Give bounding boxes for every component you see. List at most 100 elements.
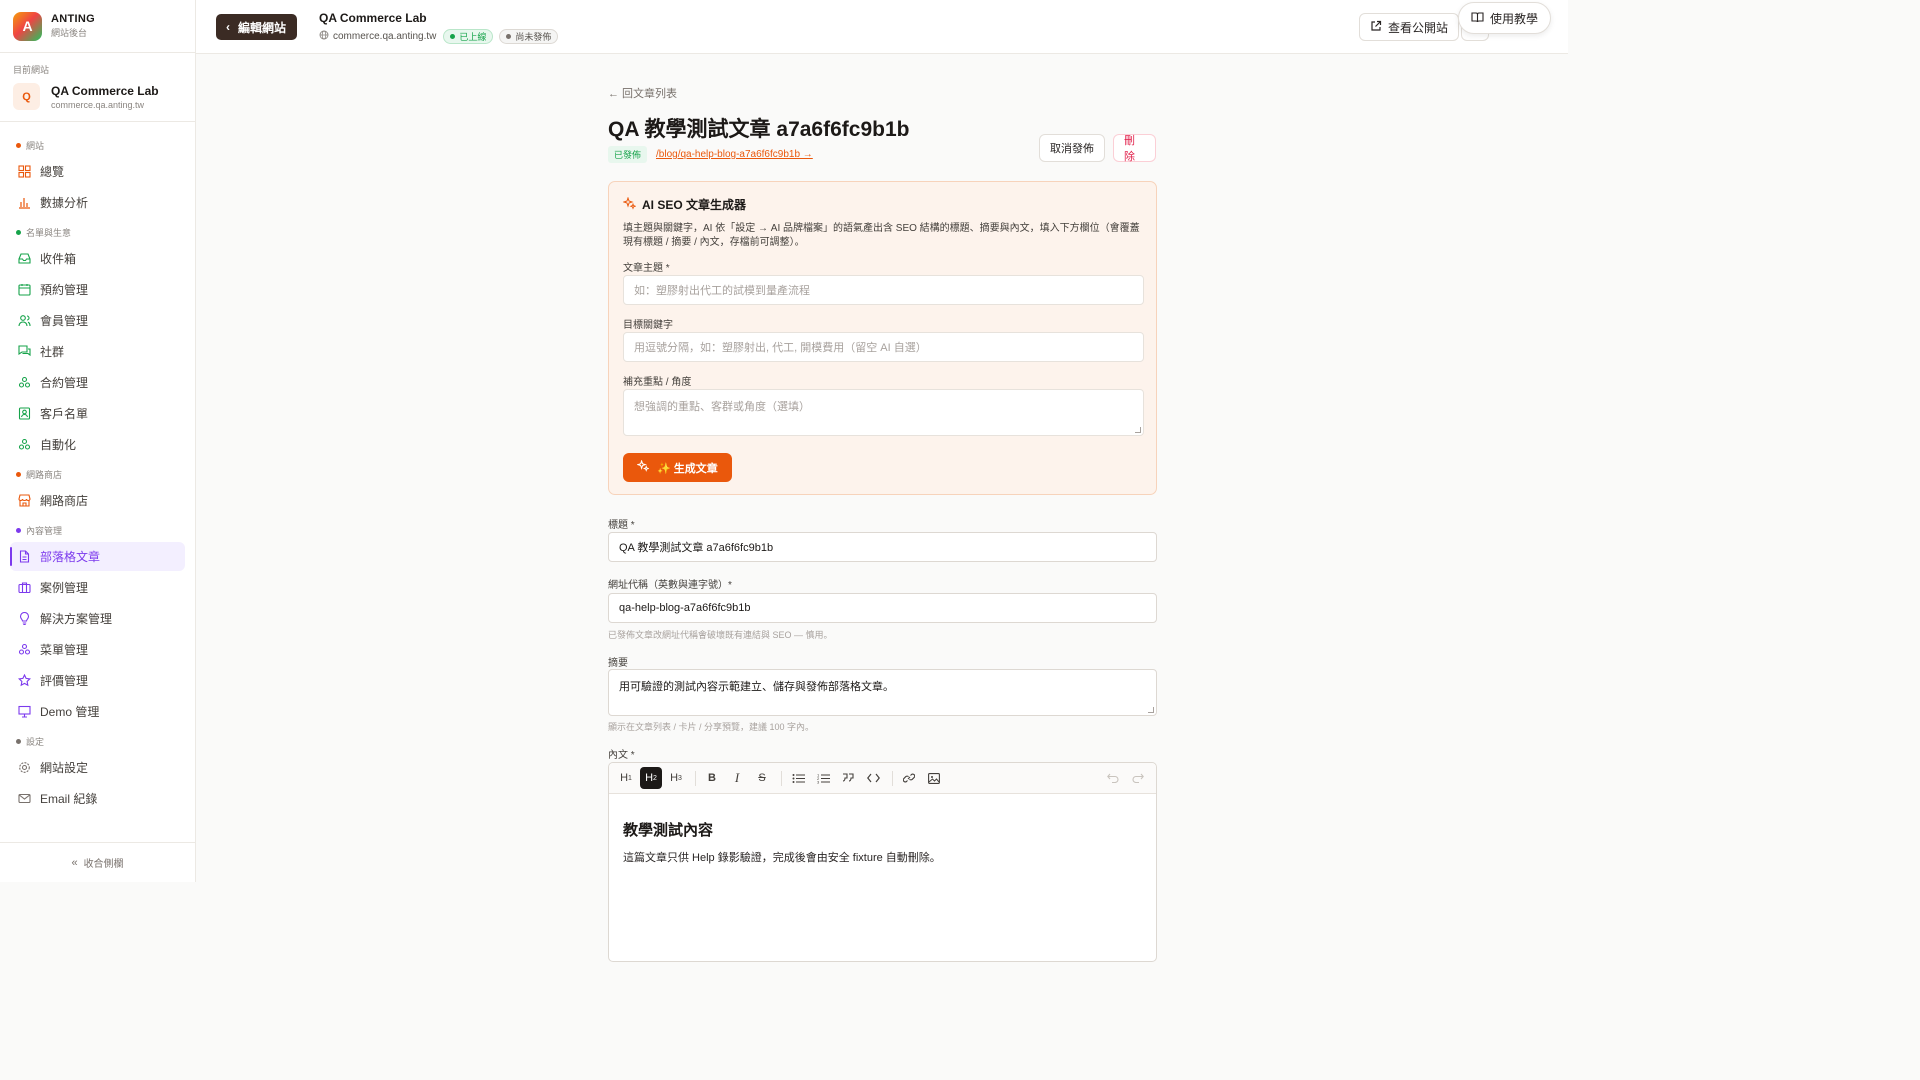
heading3-button[interactable]: H3 — [665, 767, 687, 789]
title-input[interactable]: QA 教學測試文章 a7a6f6fc9b1b — [608, 532, 1157, 562]
brand[interactable]: A ANTING 網站後台 — [0, 0, 195, 53]
view-public-site-button[interactable]: 查看公開站 — [1359, 13, 1460, 41]
summary-hint: 顯示在文章列表 / 卡片 / 分享預覽，建議 100 字內。 — [608, 722, 815, 732]
sidebar-item-label: 部落格文章 — [40, 550, 101, 564]
ordered-list-button[interactable]: 123 — [812, 767, 834, 789]
sidebar-item[interactable]: 預約管理 — [10, 275, 185, 304]
sidebar-item[interactable]: 合約管理 — [10, 368, 185, 397]
presentation-icon — [18, 705, 31, 718]
editor-toolbar: H1 H2 H3 B I S 123 — [609, 763, 1156, 794]
angle-textarea[interactable]: 想強調的重點、客群或角度（選填） — [623, 389, 1144, 436]
sidebar-item[interactable]: 案例管理 — [10, 573, 185, 602]
bullet-list-button[interactable] — [787, 767, 809, 789]
resize-handle[interactable] — [1135, 427, 1141, 433]
ai-card-title: AI SEO 文章生成器 — [642, 198, 747, 212]
link-button[interactable] — [898, 767, 920, 789]
gear-icon — [18, 761, 31, 774]
resize-handle[interactable] — [1148, 707, 1154, 713]
code-button[interactable] — [862, 767, 884, 789]
slug-hint: 已發佈文章改網址代稱會破壞既有連結與 SEO — 慎用。 — [608, 630, 833, 640]
chat-icon — [18, 345, 31, 358]
heading2-button[interactable]: H2 — [640, 767, 662, 789]
brand-sub: 網站後台 — [51, 28, 88, 38]
sidebar-item[interactable]: Email 紀錄 — [10, 784, 185, 813]
keywords-label: 目標關鍵字 — [623, 320, 673, 331]
sidebar-item-label: 合約管理 — [40, 376, 89, 390]
generate-article-button[interactable]: ✨ 生成文章 — [623, 453, 732, 482]
sidebar-item[interactable]: 社群 — [10, 337, 185, 366]
bar-chart-icon — [18, 196, 31, 209]
sidebar-item-label: 收件箱 — [40, 252, 77, 266]
sidebar-item[interactable]: 網路商店 — [10, 486, 185, 515]
nav-group-label: 內容管理 — [0, 519, 195, 541]
summary-label: 摘要 — [608, 658, 628, 669]
summary-textarea[interactable]: 用可驗證的測試內容示範建立、儲存與發佈部落格文章。 — [608, 669, 1157, 716]
keywords-input[interactable]: 用逗號分隔，如：塑膠射出, 代工, 開模費用（留空 AI 自選） — [623, 332, 1144, 362]
collapse-label: 收合側欄 — [83, 859, 124, 870]
collapse-sidebar-button[interactable]: « 收合側欄 — [0, 842, 195, 882]
unpublish-button[interactable]: 取消發佈 — [1039, 134, 1105, 162]
sidebar-item[interactable]: 會員管理 — [10, 306, 185, 335]
sidebar-item[interactable]: 總覽 — [10, 157, 185, 186]
sidebar-item[interactable]: 部落格文章 — [10, 542, 185, 571]
sidebar-item-label: 數據分析 — [40, 196, 89, 210]
sidebar-item[interactable]: 自動化 — [10, 430, 185, 459]
heading1-button[interactable]: H1 — [615, 767, 637, 789]
site-switcher[interactable]: Q QA Commerce Lab commerce.qa.anting.tw — [13, 83, 182, 110]
help-tutorial-button[interactable]: 使用教學 — [1458, 2, 1552, 34]
sidebar-item[interactable]: 評價管理 — [10, 666, 185, 695]
book-icon — [1471, 11, 1484, 26]
italic-button[interactable]: I — [726, 767, 748, 789]
site-domain: commerce.qa.anting.tw — [51, 99, 145, 110]
image-button[interactable] — [923, 767, 945, 789]
undo-button[interactable] — [1102, 767, 1124, 789]
site-avatar: Q — [13, 83, 40, 110]
sparkle-icon — [622, 195, 637, 213]
chevron-left-icon: ‹ — [226, 20, 230, 34]
sidebar-item-label: 菜單管理 — [40, 643, 89, 657]
brand-logo: A — [13, 11, 42, 41]
sidebar-item[interactable]: 客戶名單 — [10, 399, 185, 428]
sidebar-item-label: 解決方案管理 — [40, 612, 113, 626]
calendar-icon — [18, 283, 31, 296]
article-url-link[interactable]: /blog/qa-help-blog-a7a6f6fc9b1b → — [656, 149, 813, 160]
sidebar-item[interactable]: Demo 管理 — [10, 697, 185, 726]
published-badge: 已發佈 — [608, 146, 648, 163]
quote-button[interactable] — [837, 767, 859, 789]
inbox-icon — [18, 252, 31, 265]
contract-icon — [18, 376, 31, 389]
edit-site-back-button[interactable]: ‹ 編輯網站 — [216, 14, 298, 40]
header-domain: commerce.qa.anting.tw — [333, 31, 437, 42]
sidebar-item[interactable]: 數據分析 — [10, 188, 185, 217]
topic-input[interactable]: 如：塑膠射出代工的試模到量產流程 — [623, 275, 1144, 305]
redo-button[interactable] — [1127, 767, 1149, 789]
grid-icon — [18, 165, 31, 178]
strikethrough-button[interactable]: S — [751, 767, 773, 789]
editor-heading[interactable]: 教學測試內容 — [623, 819, 713, 840]
sidebar-item[interactable]: 解決方案管理 — [10, 604, 185, 633]
sidebar-item-label: 會員管理 — [40, 314, 89, 328]
ai-seo-generator-card: AI SEO 文章生成器 填主題與關鍵字，AI 依「設定 → AI 品牌檔案」的… — [608, 181, 1157, 495]
briefcase-icon — [18, 581, 31, 594]
sidebar-item-label: 網路商店 — [40, 494, 89, 508]
svg-text:3: 3 — [817, 779, 820, 784]
sidebar-item[interactable]: 菜單管理 — [10, 635, 185, 664]
status-badge-live: 已上線 — [443, 29, 494, 44]
menu-icon — [18, 643, 31, 656]
title-label: 標題 * — [608, 520, 635, 531]
delete-button[interactable]: 刪除 — [1113, 134, 1156, 163]
slug-input[interactable]: qa-help-blog-a7a6f6fc9b1b — [608, 593, 1157, 623]
automation-icon — [18, 438, 31, 451]
topic-label: 文章主題 * — [623, 263, 670, 274]
sidebar-item[interactable]: 網站設定 — [10, 753, 185, 782]
brand-name: ANTING — [51, 13, 95, 25]
sidebar-item-label: 客戶名單 — [40, 407, 89, 421]
nav-group-label: 網站 — [0, 134, 195, 156]
sidebar-item-label: Email 紀錄 — [40, 792, 98, 806]
bold-button[interactable]: B — [701, 767, 723, 789]
back-to-list-link[interactable]: ← 回文章列表 — [608, 85, 677, 101]
users-icon — [18, 314, 31, 327]
lightbulb-icon — [18, 612, 31, 625]
sidebar-item[interactable]: 收件箱 — [10, 244, 185, 273]
editor-paragraph[interactable]: 這篇文章只供 Help 錄影驗證，完成後會由安全 fixture 自動刪除。 — [623, 849, 941, 865]
